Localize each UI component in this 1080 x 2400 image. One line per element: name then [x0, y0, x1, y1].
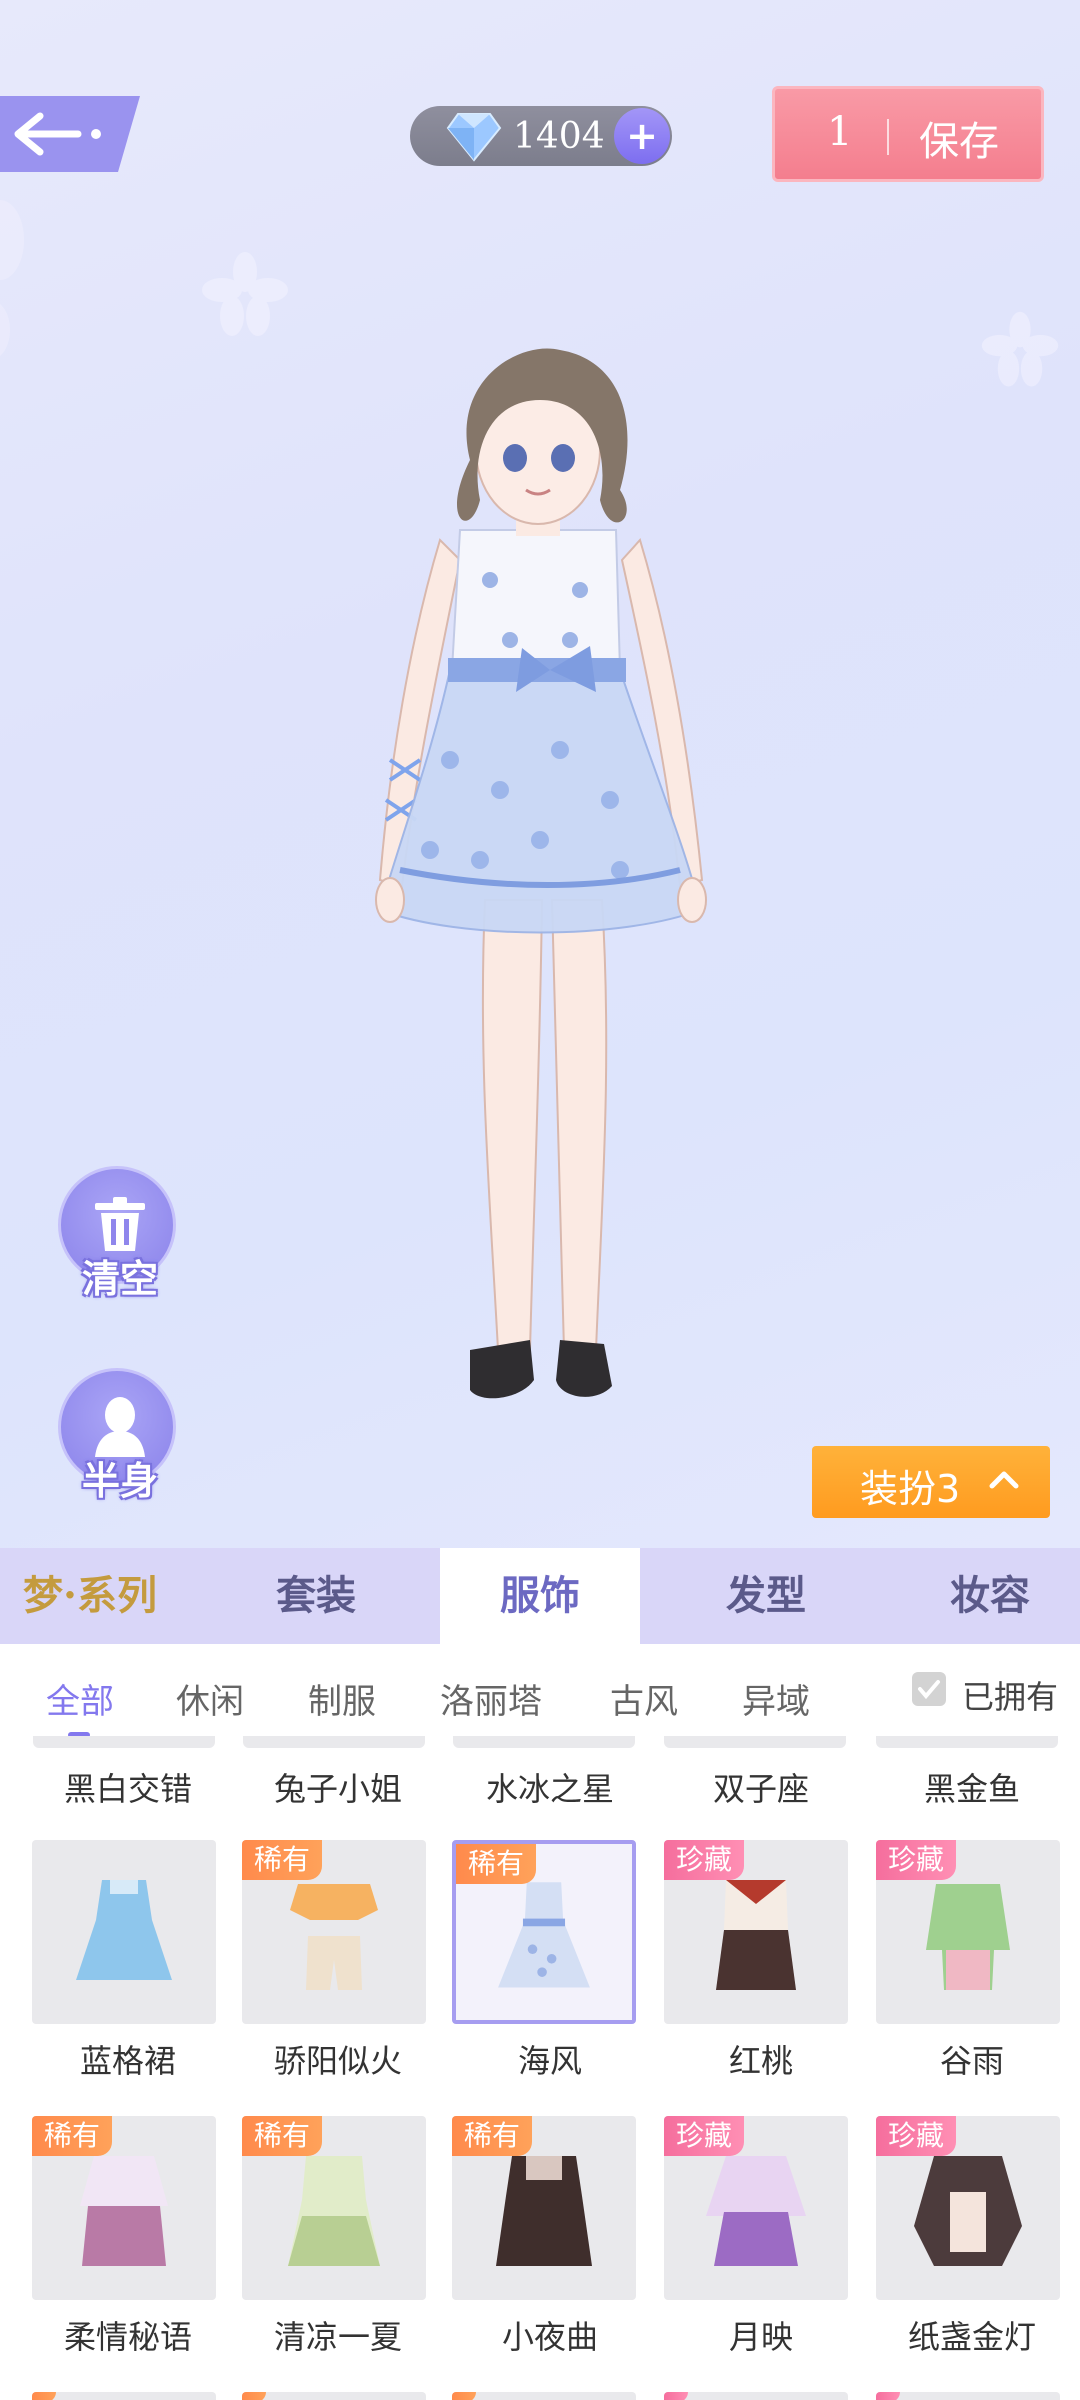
filter-lolita[interactable]: 洛丽塔: [440, 1674, 542, 1723]
back-button[interactable]: [0, 96, 140, 172]
outfit-slot-button[interactable]: 装扮3: [812, 1446, 1050, 1518]
owned-checkbox[interactable]: [912, 1672, 946, 1706]
dressup-stage: 1404 + 1 保存 清空 半身 装扮3: [0, 0, 1080, 1548]
item-name: 柔情秘语: [63, 2318, 192, 2356]
character-model: [375, 348, 707, 1399]
tab-suits[interactable]: 套装: [216, 1548, 416, 1644]
filter-exotic[interactable]: 异域: [742, 1674, 810, 1723]
save-label: 保存: [919, 119, 999, 165]
save-count: 1: [827, 109, 853, 155]
card-edge: [33, 1736, 215, 1748]
check-icon: [918, 1680, 940, 1700]
item-card-sea-breeze[interactable]: 稀有: [452, 1840, 636, 2024]
clear-label: 清空: [81, 1257, 158, 1301]
item-card-partial[interactable]: [452, 2392, 636, 2400]
item-name: 纸盏金灯: [907, 2318, 1036, 2356]
item-card-partial[interactable]: [32, 2392, 216, 2400]
item-name: 海风: [517, 2042, 582, 2080]
filter-uniform[interactable]: 制服: [308, 1674, 376, 1723]
rarity-badge: 稀有: [456, 1844, 537, 1884]
item-name: 小夜曲: [501, 2318, 598, 2356]
tab-hairstyle[interactable]: 发型: [666, 1548, 866, 1644]
item-name: 水冰之星: [485, 1770, 614, 1808]
item-card-partial[interactable]: [242, 2392, 426, 2400]
item-card-blazing-sun[interactable]: 稀有: [242, 1840, 426, 2024]
add-gems-button[interactable]: +: [614, 108, 670, 164]
rarity-badge: 珍藏: [876, 1840, 957, 1880]
filter-casual[interactable]: 休闲: [176, 1674, 244, 1723]
card-edge: [453, 1736, 635, 1748]
item-name: 黑金鱼: [923, 1770, 1020, 1808]
item-card-red-peach[interactable]: 珍藏: [664, 1840, 848, 2024]
rarity-badge: 稀有: [32, 2116, 113, 2156]
item-name: 红桃: [728, 2042, 793, 2080]
half-body-button[interactable]: 半身: [58, 1368, 176, 1503]
tab-apparel[interactable]: 服饰: [440, 1548, 640, 1644]
save-button[interactable]: 1 保存: [772, 86, 1044, 182]
item-name: 兔子小姐: [273, 1770, 402, 1808]
item-card-serenade[interactable]: 稀有: [452, 2116, 636, 2300]
save-divider: [887, 119, 889, 155]
owned-filter-label: 已拥有: [962, 1678, 1059, 1716]
item-name: 蓝格裙: [79, 2042, 176, 2080]
item-card-tender-whisper[interactable]: 稀有: [32, 2116, 216, 2300]
rarity-badge: 稀有: [242, 1840, 323, 1880]
rarity-badge: 稀有: [242, 2116, 323, 2156]
item-card-grain-rain[interactable]: 珍藏: [876, 1840, 1060, 2024]
category-tabs: 梦·系列 套装 服饰 发型 妆容: [0, 1548, 1080, 1644]
item-name: 黑白交错: [63, 1770, 192, 1808]
item-card-partial[interactable]: [876, 2392, 1060, 2400]
chevron-up-icon: [989, 1471, 1019, 1489]
filter-all[interactable]: 全部: [46, 1674, 114, 1723]
item-grid: 黑白交错 兔子小姐 水冰之星 双子座 黑金鱼 稀有 稀有 珍藏 珍藏 蓝格裙 骄…: [0, 1736, 1080, 2400]
item-name: 月映: [728, 2318, 793, 2356]
tab-makeup[interactable]: 妆容: [890, 1548, 1080, 1644]
petal-decoration: [202, 252, 288, 336]
diamond-icon: [446, 113, 502, 162]
card-edge: [664, 1736, 846, 1748]
rarity-badge: 珍藏: [664, 1840, 745, 1880]
trash-icon: [95, 1197, 145, 1251]
rarity-badge: 珍藏: [664, 2116, 745, 2156]
filter-ancient[interactable]: 古风: [610, 1674, 678, 1723]
outfit-slot-label: 装扮3: [860, 1467, 961, 1511]
plus-icon: +: [626, 114, 658, 158]
card-edge: [876, 1736, 1058, 1748]
petal-decoration: [981, 311, 1059, 387]
card-edge: [243, 1736, 425, 1748]
item-name: 谷雨: [939, 2042, 1004, 2080]
tab-dream-series[interactable]: 梦·系列: [0, 1548, 190, 1644]
petal-decoration: [0, 200, 24, 356]
item-card-cool-summer[interactable]: 稀有: [242, 2116, 426, 2300]
half-body-label: 半身: [81, 1459, 158, 1503]
item-name: 清凉一夏: [273, 2318, 402, 2356]
rarity-badge: 稀有: [452, 2116, 533, 2156]
item-card-blue-plaid-dress[interactable]: [32, 1840, 216, 2024]
dress-icon: [76, 1880, 172, 1980]
item-name: 骄阳似火: [273, 2042, 402, 2080]
item-card-moon-reflection[interactable]: 珍藏: [664, 2116, 848, 2300]
gem-count: 1404: [513, 116, 605, 157]
clear-button[interactable]: 清空: [58, 1166, 176, 1301]
half-body-icon: [95, 1397, 145, 1457]
item-card-paper-lantern[interactable]: 珍藏: [876, 2116, 1060, 2300]
rarity-badge: 珍藏: [876, 2116, 957, 2156]
gem-balance: 1404 +: [410, 106, 672, 166]
item-card-partial[interactable]: [664, 2392, 848, 2400]
item-name: 双子座: [712, 1770, 809, 1808]
